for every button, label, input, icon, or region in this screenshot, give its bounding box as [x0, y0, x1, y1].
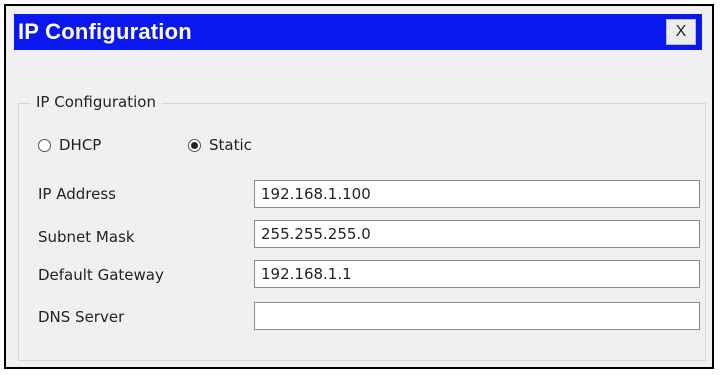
- close-icon: X: [675, 23, 687, 40]
- title-bar: IP Configuration X: [14, 14, 702, 50]
- subnet-mask-label: Subnet Mask: [38, 228, 135, 246]
- static-label: Static: [209, 136, 252, 154]
- dhcp-label: DHCP: [59, 136, 102, 154]
- group-legend: IP Configuration: [30, 93, 162, 111]
- dns-server-input[interactable]: [254, 302, 700, 330]
- dns-server-label: DNS Server: [38, 308, 125, 326]
- static-radio-icon[interactable]: [188, 138, 201, 152]
- static-radio-option[interactable]: Static: [188, 136, 252, 154]
- subnet-mask-input[interactable]: [254, 220, 700, 248]
- window-title: IP Configuration: [18, 19, 192, 44]
- default-gateway-label: Default Gateway: [38, 266, 164, 284]
- dhcp-radio-option[interactable]: DHCP: [38, 136, 101, 154]
- ip-address-input[interactable]: [254, 180, 700, 208]
- close-button[interactable]: X: [666, 19, 696, 45]
- ip-address-label: IP Address: [38, 185, 116, 203]
- dhcp-radio-icon[interactable]: [38, 138, 51, 152]
- default-gateway-input[interactable]: [254, 260, 700, 288]
